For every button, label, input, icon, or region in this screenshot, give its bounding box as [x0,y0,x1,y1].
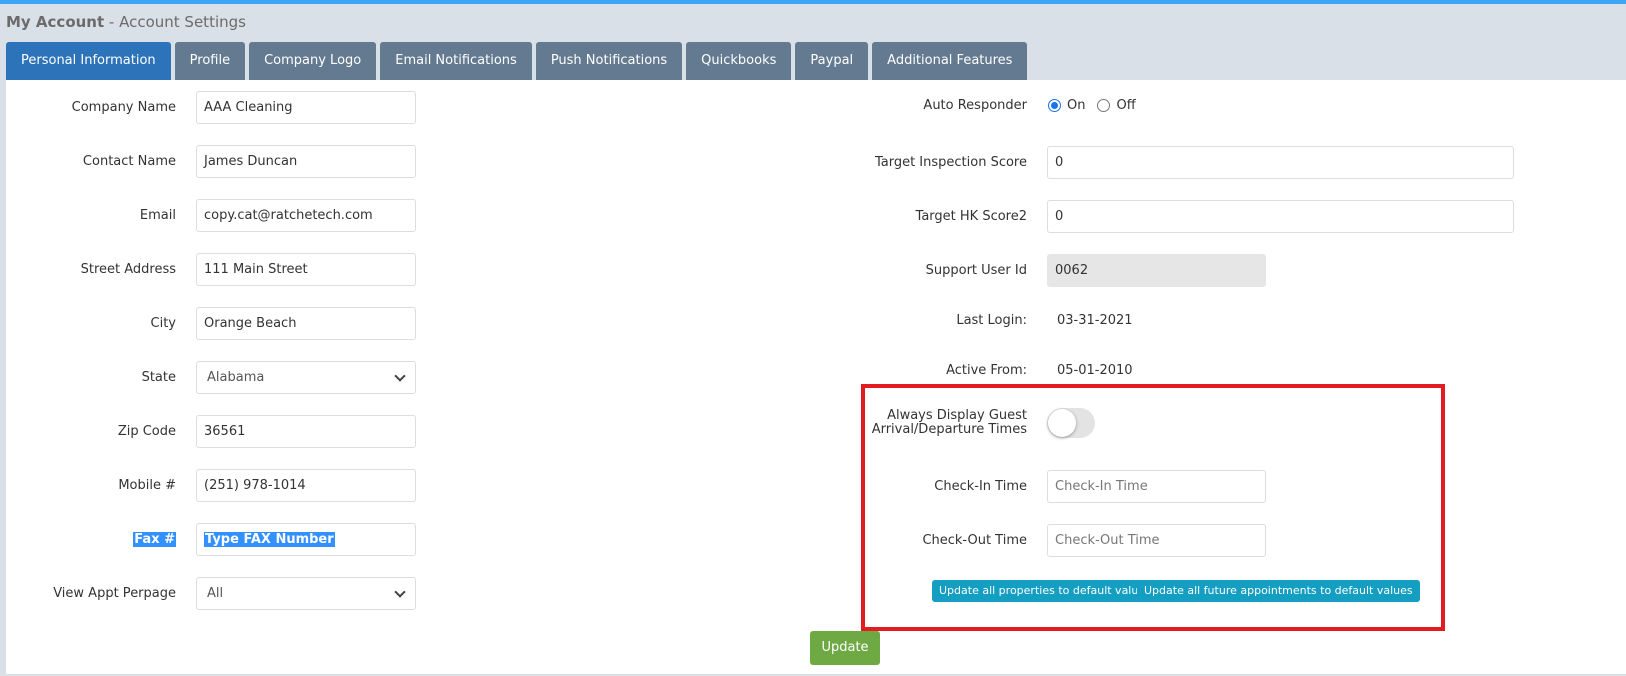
state-label: State [141,370,176,385]
last-login-label: Last Login: [956,313,1027,328]
page-title-subtitle: - Account Settings [104,13,246,31]
fax-row: Fax # Type FAX Number [6,523,416,556]
fax-label: Fax # [6,532,176,547]
active-from-label: Active From: [946,363,1027,378]
tab-email-notifications[interactable]: Email Notifications [380,42,532,80]
always-display-guest-label-line2: Arrival/Departure Times [871,422,1027,437]
auto-responder-on-radio[interactable] [1048,99,1061,112]
state-selected-value: Alabama [207,370,265,385]
email-row: Email copy.cat@ratchetech.com [6,199,416,232]
zip-code-label: Zip Code [117,424,176,439]
tab-push-notifications[interactable]: Push Notifications [535,42,683,80]
check-in-time-row: Check-In Time Check-In Time [840,470,1266,503]
company-name-row: Company Name AAA Cleaning [6,91,416,124]
view-appt-perpage-row: View Appt Perpage All [6,577,416,610]
tab-additional-features[interactable]: Additional Features [872,42,1028,80]
always-display-guest-label: Always Display Guest Arrival/Departure T… [840,409,1027,437]
chevron-down-icon [394,369,406,382]
zip-code-input[interactable]: 36561 [196,415,416,448]
email-label: Email [139,208,176,223]
always-display-guest-toggle[interactable] [1047,408,1095,438]
auto-responder-off-label: Off [1116,98,1136,113]
street-address-input[interactable]: 111 Main Street [196,253,416,286]
fax-label-text: Fax # [133,532,176,547]
last-login-row: Last Login: 03-31-2021 [840,313,1133,328]
update-button[interactable]: Update [810,631,880,665]
last-login-value: 03-31-2021 [1057,313,1133,328]
company-name-label: Company Name [71,100,176,115]
target-hk-score2-input[interactable]: 0 [1047,200,1514,233]
target-inspection-score-label: Target Inspection Score [874,155,1027,170]
fax-input[interactable]: Type FAX Number [196,523,416,556]
city-row: City Orange Beach [6,307,416,340]
check-out-time-input[interactable]: Check-Out Time [1047,524,1266,557]
support-user-id-row: Support User Id 0062 [840,254,1266,287]
mobile-row: Mobile # (251) 978-1014 [6,469,416,502]
state-row: State Alabama [6,361,416,394]
contact-name-row: Contact Name James Duncan [6,145,416,178]
check-out-time-label: Check-Out Time [922,533,1027,548]
active-from-value: 05-01-2010 [1057,363,1133,378]
fax-placeholder: Type FAX Number [204,532,335,547]
tab-paypal[interactable]: Paypal [795,42,869,80]
target-inspection-score-row: Target Inspection Score 0 [840,146,1514,179]
contact-name-input[interactable]: James Duncan [196,145,416,178]
page-title-bold: My Account [6,13,105,31]
update-properties-default-button[interactable]: Update all properties to default values [932,580,1158,602]
auto-responder-on-label: On [1067,98,1086,113]
state-select[interactable]: Alabama [196,361,416,394]
tab-personal-information[interactable]: Personal Information [6,42,171,80]
auto-responder-label: Auto Responder [923,98,1027,113]
check-in-time-input[interactable]: Check-In Time [1047,470,1266,503]
view-appt-perpage-select[interactable]: All [196,577,416,610]
street-address-label: Street Address [80,262,176,277]
street-address-row: Street Address 111 Main Street [6,253,416,286]
page-title: My Account - Account Settings [6,13,246,31]
target-hk-score2-row: Target HK Score2 0 [840,200,1514,233]
settings-tabs: Personal Information Profile Company Log… [6,42,1031,80]
target-inspection-score-input[interactable]: 0 [1047,146,1514,179]
support-user-id-label: Support User Id [925,263,1027,278]
email-input[interactable]: copy.cat@ratchetech.com [196,199,416,232]
auto-responder-row: Auto Responder On Off [840,98,1148,113]
tab-profile[interactable]: Profile [174,42,246,80]
view-appt-perpage-selected-value: All [207,586,224,601]
check-out-time-row: Check-Out Time Check-Out Time [840,524,1266,557]
top-accent-bar [0,0,1626,4]
always-display-guest-row: Always Display Guest Arrival/Departure T… [840,408,1095,438]
update-appointments-default-button[interactable]: Update all future appointments to defaul… [1137,580,1420,602]
toggle-knob [1048,409,1076,437]
zip-code-row: Zip Code 36561 [6,415,416,448]
target-hk-score2-label: Target HK Score2 [915,209,1027,224]
check-in-time-label: Check-In Time [934,479,1027,494]
auto-responder-off-radio[interactable] [1097,99,1111,112]
city-input[interactable]: Orange Beach [196,307,416,340]
mobile-label: Mobile # [118,478,176,493]
active-from-row: Active From: 05-01-2010 [840,363,1133,378]
mobile-input[interactable]: (251) 978-1014 [196,469,416,502]
tab-quickbooks[interactable]: Quickbooks [686,42,792,80]
chevron-down-icon [394,585,406,598]
company-name-input[interactable]: AAA Cleaning [196,91,416,124]
view-appt-perpage-label: View Appt Perpage [53,586,176,601]
contact-name-label: Contact Name [82,154,176,169]
always-display-guest-label-line1: Always Display Guest [887,408,1027,423]
support-user-id-input: 0062 [1047,254,1266,287]
city-label: City [150,316,176,331]
tab-company-logo[interactable]: Company Logo [249,42,377,80]
